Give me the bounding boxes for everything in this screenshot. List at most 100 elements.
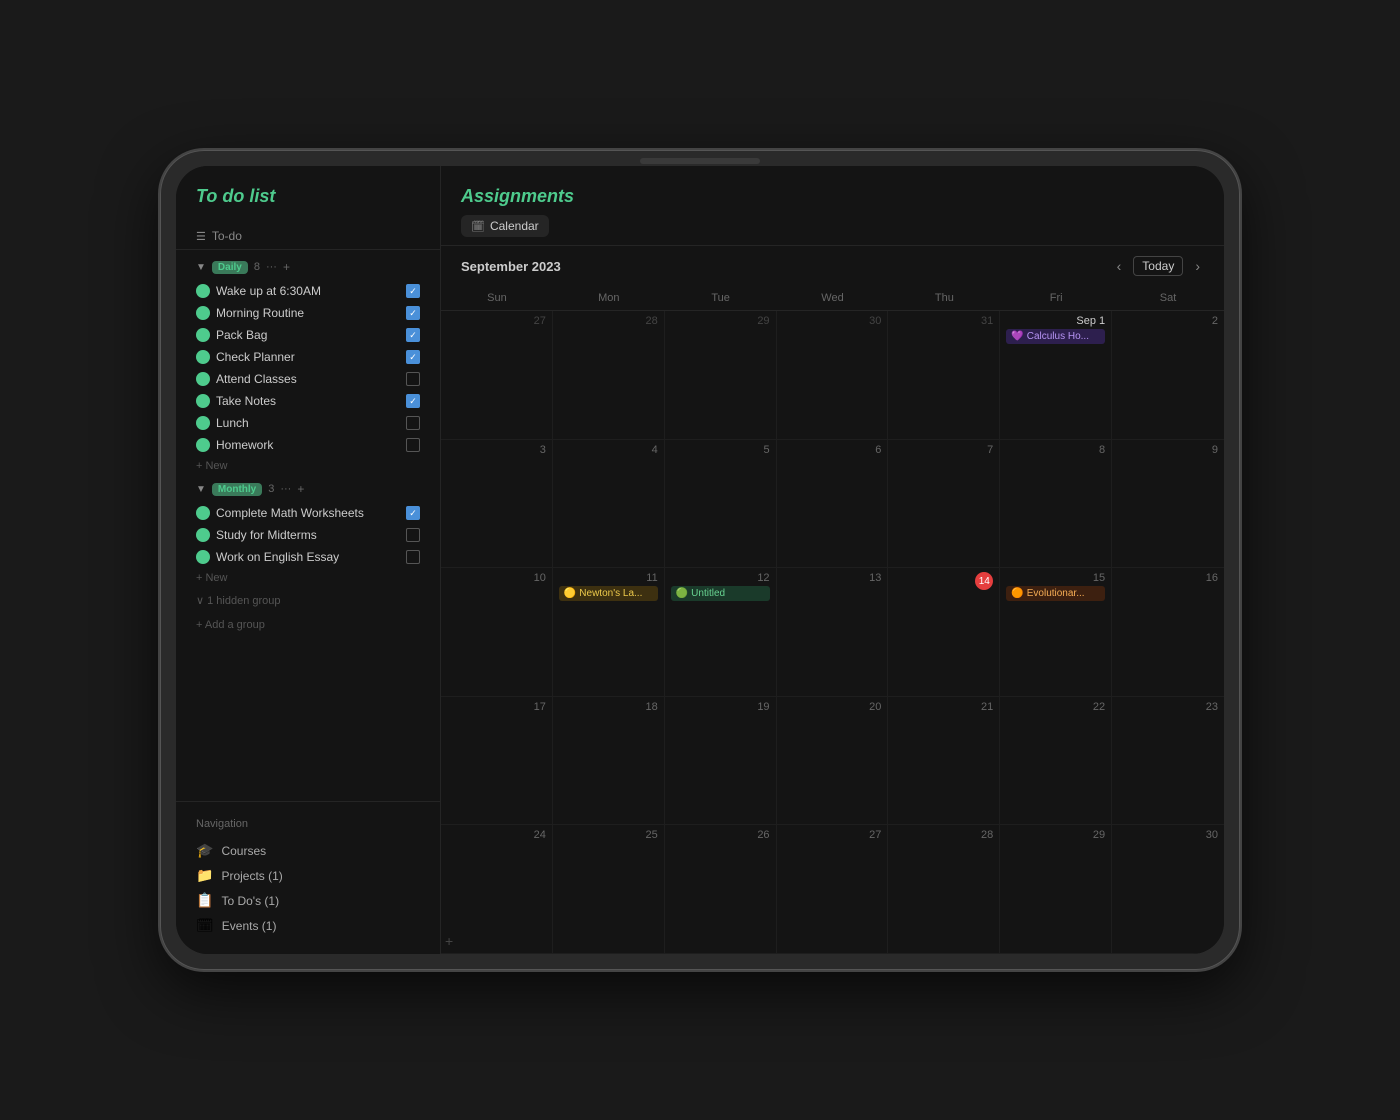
- cell-sep-16[interactable]: 16: [1112, 568, 1224, 696]
- cell-sep-26[interactable]: 26: [665, 825, 777, 953]
- hidden-group-toggle[interactable]: ∨ 1 hidden group: [176, 588, 440, 613]
- todo-item-math-worksheets: Complete Math Worksheets: [176, 502, 440, 524]
- nav-item-todos[interactable]: 📋 To Do's (1): [196, 888, 420, 913]
- item-checkbox[interactable]: [406, 506, 420, 520]
- item-color-dot: [196, 306, 210, 320]
- cell-sep-1[interactable]: Sep 1 💜 Calculus Ho...: [1000, 311, 1112, 439]
- cell-sep-21[interactable]: 21: [888, 697, 1000, 825]
- calendar-days-header: Sun Mon Tue Wed Thu Fri Sat: [441, 286, 1224, 311]
- calendar-grid: Sun Mon Tue Wed Thu Fri Sat 27 28 29 30: [441, 286, 1224, 954]
- cell-sep-25[interactable]: 25: [553, 825, 665, 953]
- collapse-icon: ▼: [196, 484, 206, 495]
- cell-sep-11[interactable]: 11 🟡 Newton's La...: [553, 568, 665, 696]
- item-label: Wake up at 6:30AM: [216, 284, 400, 298]
- cell-sep-10[interactable]: 10: [441, 568, 553, 696]
- item-checkbox[interactable]: [406, 350, 420, 364]
- item-checkbox[interactable]: [406, 550, 420, 564]
- right-panel: Assignments 🗓 Calendar September 2023 ‹ …: [441, 166, 1224, 954]
- event-emoji: 🟠: [1011, 588, 1023, 599]
- item-checkbox[interactable]: [406, 394, 420, 408]
- calendar-month-year: September 2023: [461, 259, 561, 274]
- cell-sep-22[interactable]: 22: [1000, 697, 1112, 825]
- cell-aug-31[interactable]: 31: [888, 311, 1000, 439]
- cell-sep-2[interactable]: 2: [1112, 311, 1224, 439]
- cell-sep-14-today[interactable]: 14: [888, 568, 1000, 696]
- cell-sep-29[interactable]: 29: [1000, 825, 1112, 953]
- cell-sep-19[interactable]: 19: [665, 697, 777, 825]
- daily-add-icon[interactable]: +: [283, 260, 290, 274]
- nav-title: Navigation: [196, 818, 420, 830]
- daily-group-header[interactable]: ▼ Daily 8 ··· +: [176, 254, 440, 280]
- todo-item-study-midterms: Study for Midterms: [176, 524, 440, 546]
- nav-item-courses[interactable]: 🎓 Courses: [196, 838, 420, 863]
- nav-item-projects[interactable]: 📁 Projects (1): [196, 863, 420, 888]
- item-checkbox[interactable]: [406, 416, 420, 430]
- cell-aug-29[interactable]: 29: [665, 311, 777, 439]
- calendar-header: September 2023 ‹ Today ›: [441, 246, 1224, 286]
- cell-sep-4[interactable]: 4: [553, 440, 665, 568]
- daily-more-icon[interactable]: ···: [266, 261, 277, 273]
- nav-item-events[interactable]: 🗓 Events (1): [196, 913, 420, 938]
- event-untitled[interactable]: 🟢 Untitled: [671, 586, 770, 601]
- item-label: Lunch: [216, 416, 400, 430]
- cell-sep-9[interactable]: 9: [1112, 440, 1224, 568]
- cell-sep-20[interactable]: 20: [777, 697, 889, 825]
- item-label: Morning Routine: [216, 306, 400, 320]
- item-checkbox[interactable]: [406, 438, 420, 452]
- nav-events-label: Events (1): [222, 919, 277, 933]
- cell-sep-27[interactable]: 27: [777, 825, 889, 953]
- cell-sep-12[interactable]: 12 🟢 Untitled: [665, 568, 777, 696]
- cell-sep-13[interactable]: 13: [777, 568, 889, 696]
- assignments-title: Assignments: [441, 166, 1224, 215]
- new-item-label: + New: [196, 572, 228, 584]
- monthly-add-icon[interactable]: +: [297, 482, 304, 496]
- cell-sep-7[interactable]: 7: [888, 440, 1000, 568]
- cell-aug-30[interactable]: 30: [777, 311, 889, 439]
- daily-new-item-btn[interactable]: + New: [176, 456, 440, 476]
- cell-aug-27[interactable]: 27: [441, 311, 553, 439]
- event-evolutionary[interactable]: 🟠 Evolutionar...: [1006, 586, 1105, 601]
- cell-sep-28[interactable]: 28: [888, 825, 1000, 953]
- event-newtons-law[interactable]: 🟡 Newton's La...: [559, 586, 658, 601]
- event-label: Newton's La...: [579, 588, 642, 599]
- event-label: Evolutionar...: [1027, 588, 1085, 599]
- device-screen: To do list ☰ To-do ▼ Daily 8 ··· + Wake …: [176, 166, 1224, 954]
- today-date-badge: 14: [975, 572, 993, 590]
- monthly-more-icon[interactable]: ···: [280, 483, 291, 495]
- prev-month-button[interactable]: ‹: [1113, 256, 1126, 276]
- item-checkbox[interactable]: [406, 528, 420, 542]
- cell-sep-8[interactable]: 8: [1000, 440, 1112, 568]
- item-checkbox[interactable]: [406, 284, 420, 298]
- cell-sep-5[interactable]: 5: [665, 440, 777, 568]
- calendar-week-3: 10 11 🟡 Newton's La... 12 🟢: [441, 568, 1224, 697]
- todo-section-label: To-do: [212, 229, 242, 243]
- next-month-button[interactable]: ›: [1191, 256, 1204, 276]
- cell-sep-23[interactable]: 23: [1112, 697, 1224, 825]
- item-label: Take Notes: [216, 394, 400, 408]
- add-group-btn[interactable]: + Add a group: [176, 613, 440, 637]
- cell-sep-17[interactable]: 17: [441, 697, 553, 825]
- todo-item-check-planner: Check Planner: [176, 346, 440, 368]
- add-group-label: + Add a group: [196, 619, 265, 631]
- add-event-btn[interactable]: +: [445, 933, 453, 949]
- cell-sep-15[interactable]: 15 🟠 Evolutionar...: [1000, 568, 1112, 696]
- item-checkbox[interactable]: [406, 328, 420, 342]
- monthly-group-header[interactable]: ▼ Monthly 3 ··· +: [176, 476, 440, 502]
- calendar-tab-button[interactable]: 🗓 Calendar: [461, 215, 549, 237]
- cell-sep-24[interactable]: 24 +: [441, 825, 553, 953]
- item-checkbox[interactable]: [406, 306, 420, 320]
- today-button[interactable]: Today: [1133, 256, 1183, 276]
- event-calculus[interactable]: 💜 Calculus Ho...: [1006, 329, 1105, 344]
- item-checkbox[interactable]: [406, 372, 420, 386]
- todos-icon: 📋: [196, 892, 213, 909]
- item-color-dot: [196, 372, 210, 386]
- monthly-new-item-btn[interactable]: + New: [176, 568, 440, 588]
- event-emoji: 🟡: [564, 588, 576, 599]
- cell-sep-30[interactable]: 30: [1112, 825, 1224, 953]
- cell-sep-6[interactable]: 6: [777, 440, 889, 568]
- cell-sep-3[interactable]: 3: [441, 440, 553, 568]
- cell-aug-28[interactable]: 28: [553, 311, 665, 439]
- cell-sep-18[interactable]: 18: [553, 697, 665, 825]
- new-item-label: + New: [196, 460, 228, 472]
- calendar-tab-bar: 🗓 Calendar: [441, 215, 1224, 246]
